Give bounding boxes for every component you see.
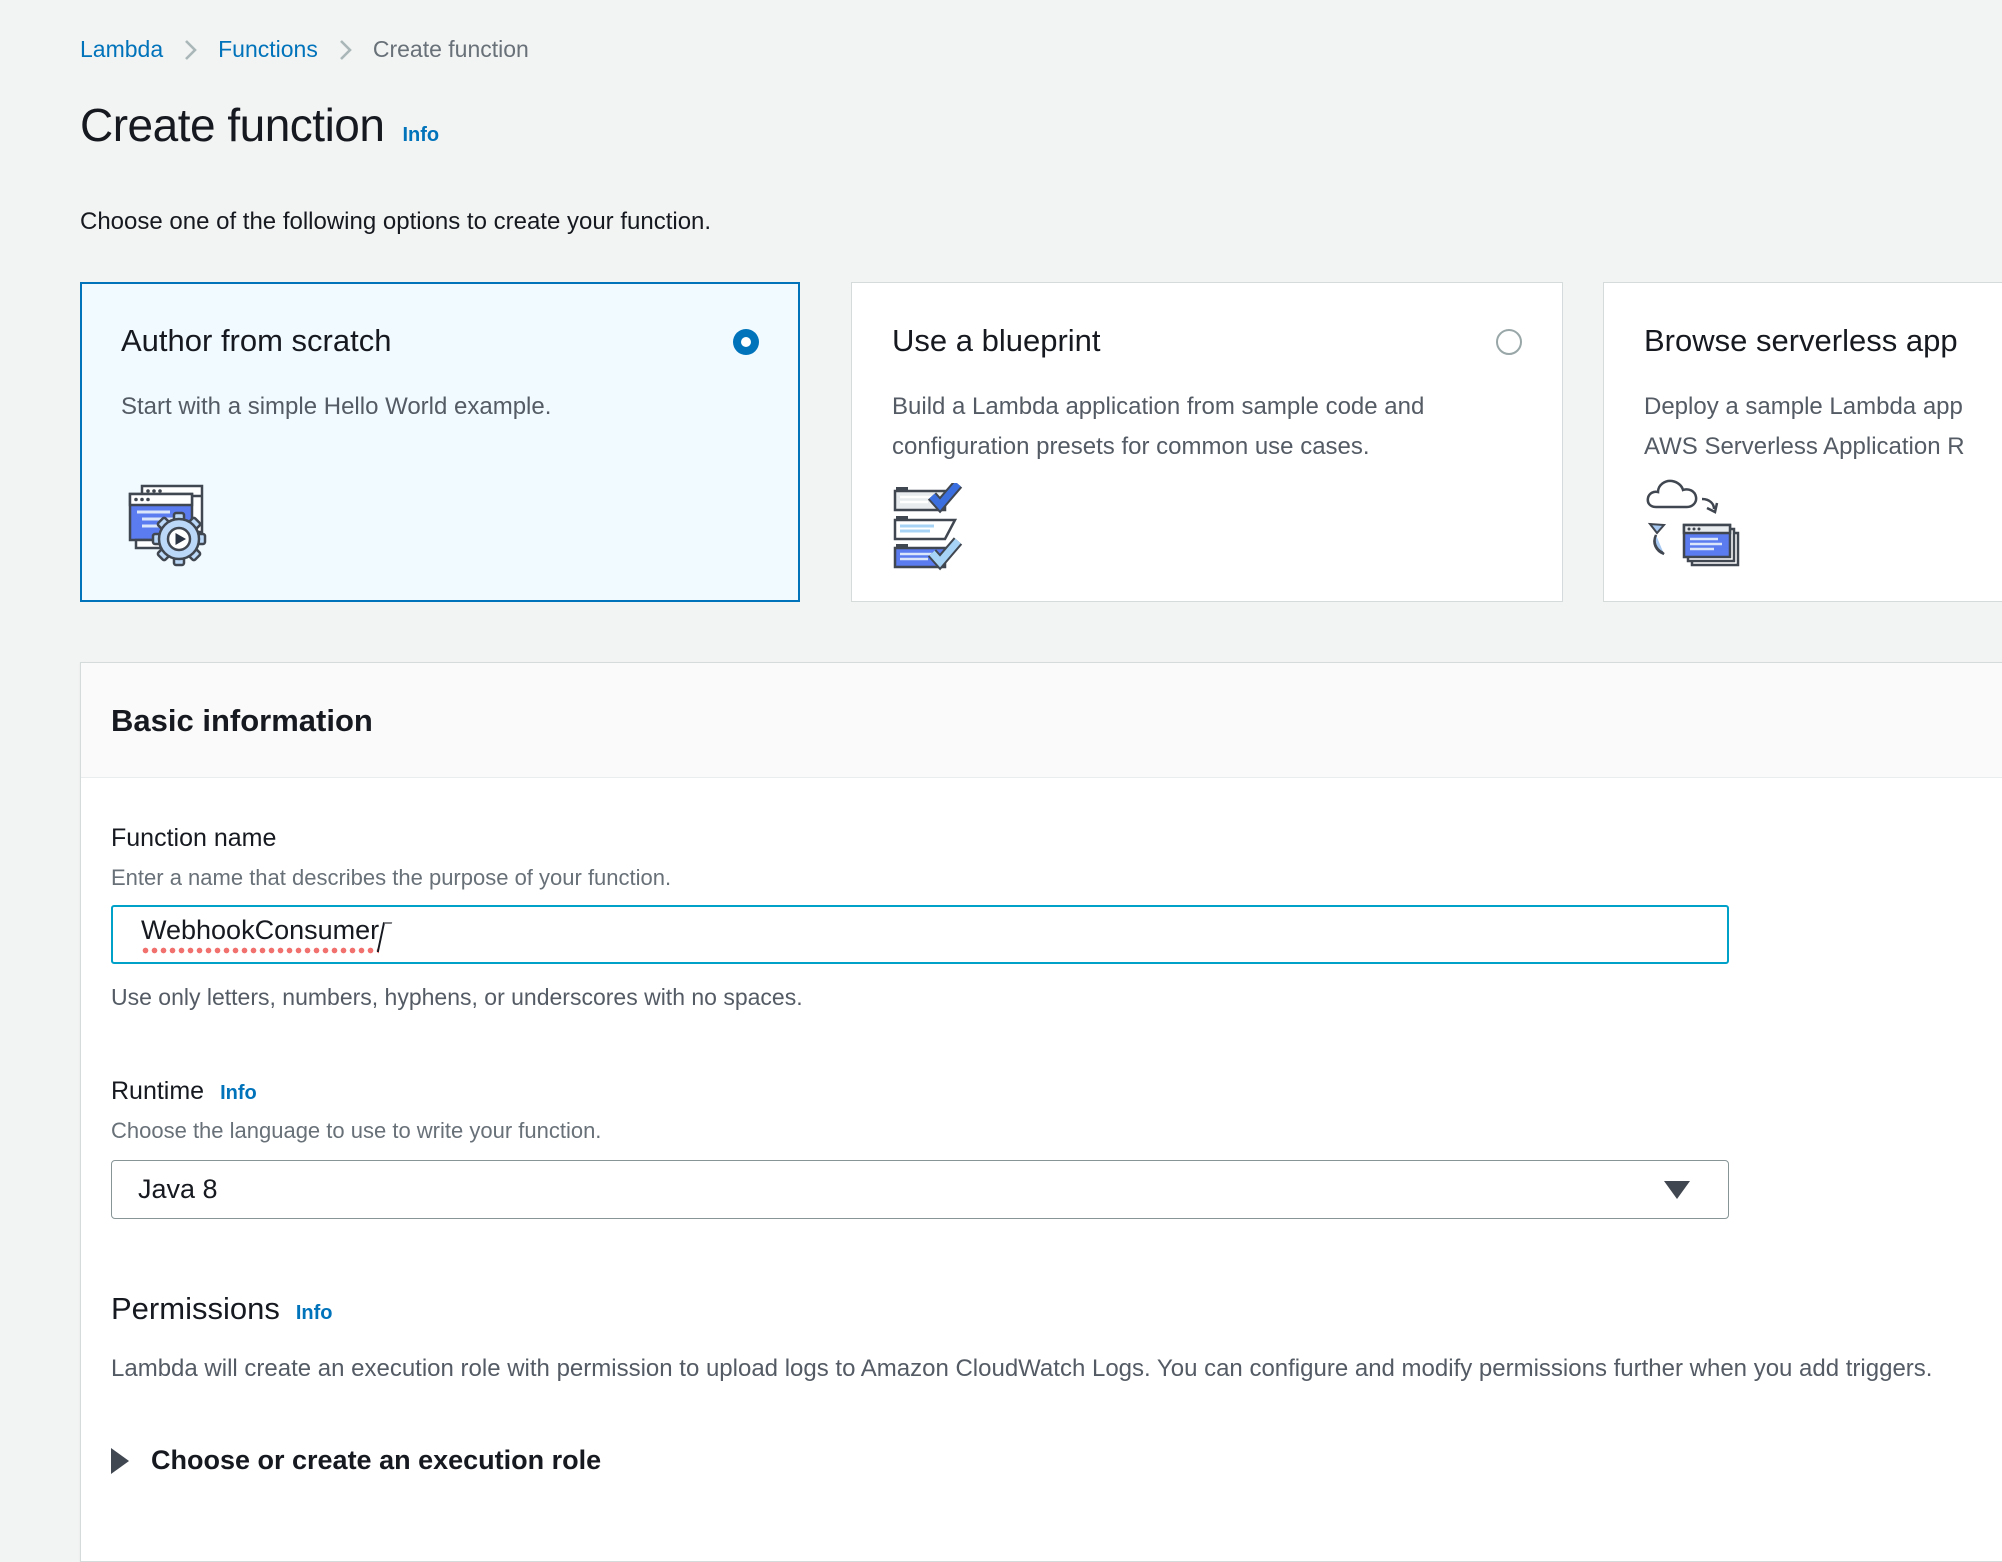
execution-role-expander[interactable]: Choose or create an execution role: [111, 1445, 2001, 1476]
radio-selected[interactable]: [733, 329, 759, 355]
function-name-help: Enter a name that describes the purpose …: [111, 865, 2001, 891]
section-title: Basic information: [111, 703, 2001, 739]
card-description: Start with a simple Hello World example.: [121, 387, 759, 427]
function-name-hint: Use only letters, numbers, hyphens, or u…: [111, 984, 2001, 1011]
text-cursor: [377, 922, 392, 952]
breadcrumb: Lambda Functions Create function: [80, 36, 529, 63]
card-use-a-blueprint[interactable]: Use a blueprint Build a Lambda applicati…: [851, 282, 1563, 602]
runtime-selected-value: Java 8: [138, 1174, 218, 1205]
runtime-info-link[interactable]: Info: [220, 1082, 257, 1105]
card-description: Build a Lambda application from sample c…: [892, 387, 1522, 467]
creation-options: Author from scratch Start with a simple …: [80, 282, 2002, 602]
breadcrumb-functions[interactable]: Functions: [218, 36, 318, 63]
chevron-right-icon: [183, 39, 198, 61]
card-description: Deploy a sample Lambda app AWS Serverles…: [1644, 387, 2002, 467]
radio-unselected[interactable]: [1496, 329, 1522, 355]
title-info-link[interactable]: Info: [402, 124, 439, 147]
card-title: Browse serverless app: [1644, 323, 1958, 359]
permissions-heading: Permissions: [111, 1291, 280, 1327]
card-browse-serverless-app[interactable]: Browse serverless app Deploy a sample La…: [1603, 282, 2002, 602]
permissions-info-link[interactable]: Info: [296, 1302, 333, 1325]
expander-triangle-icon: [111, 1448, 129, 1474]
dropdown-arrow-icon: [1664, 1181, 1690, 1199]
card-title: Use a blueprint: [892, 323, 1101, 359]
runtime-select[interactable]: Java 8: [111, 1160, 1729, 1219]
function-name-label: Function name: [111, 824, 276, 853]
function-name-value: WebhookConsumer: [141, 915, 379, 954]
card-title: Author from scratch: [121, 323, 391, 359]
create-function-page: Lambda Functions Create function Create …: [0, 0, 2002, 1460]
cloud-sync-windows-icon: [1644, 477, 1744, 571]
runtime-help: Choose the language to use to write your…: [111, 1118, 2001, 1144]
card-author-from-scratch[interactable]: Author from scratch Start with a simple …: [80, 282, 800, 602]
checklist-icon: [892, 483, 988, 571]
permissions-description: Lambda will create an execution role wit…: [111, 1355, 2001, 1383]
breadcrumb-current: Create function: [373, 36, 529, 63]
execution-role-expander-label: Choose or create an execution role: [151, 1445, 601, 1476]
chevron-right-icon: [338, 39, 353, 61]
runtime-label: Runtime: [111, 1077, 204, 1106]
window-gear-play-icon: [122, 480, 214, 570]
function-name-input[interactable]: WebhookConsumer: [111, 905, 1729, 964]
basic-information-panel: Basic information Function name Enter a …: [80, 662, 2002, 1562]
breadcrumb-lambda[interactable]: Lambda: [80, 36, 163, 63]
intro-text: Choose one of the following options to c…: [80, 208, 711, 236]
page-title: Create function: [80, 98, 384, 152]
